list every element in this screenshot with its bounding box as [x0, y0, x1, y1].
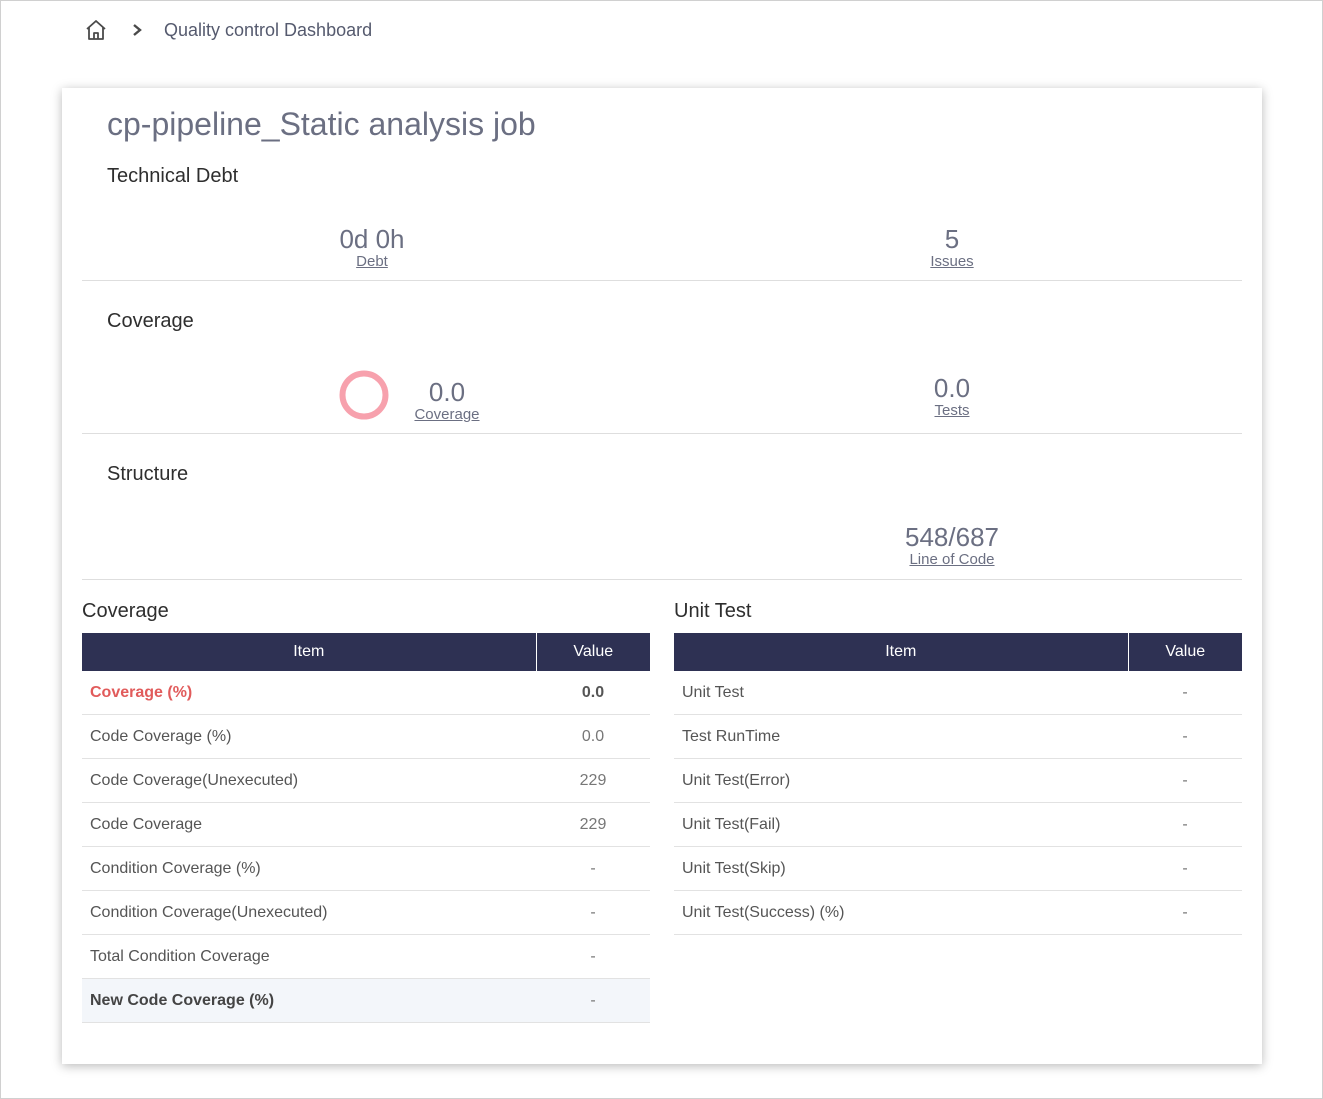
row-value: - [1128, 846, 1242, 891]
breadcrumb: Quality control Dashboard [84, 17, 372, 43]
technical-debt-title: Technical Debt [107, 165, 239, 187]
lines-metric: 548/687 Line of Code [852, 523, 1052, 569]
breadcrumb-current[interactable]: Quality control Dashboard [164, 20, 372, 41]
debt-value: 0d 0h [339, 224, 405, 254]
lines-value: 548/687 [905, 522, 999, 552]
row-item: Condition Coverage (%) [82, 846, 536, 891]
row-item: Total Condition Coverage [82, 934, 536, 979]
dashboard-card: cp-pipeline_Static analysis job Technica… [62, 88, 1262, 1064]
row-item: Condition Coverage(Unexecuted) [82, 890, 536, 935]
row-value: - [1128, 890, 1242, 935]
table-header-row: Item Value [674, 633, 1242, 671]
row-item: Coverage (%) [82, 671, 536, 715]
row-value: 229 [536, 802, 650, 847]
row-item: Unit Test(Success) (%) [674, 890, 1128, 935]
table-row: Unit Test(Skip) - [674, 846, 1242, 891]
divider [82, 579, 1242, 580]
row-value: - [1128, 758, 1242, 803]
table-row: Unit Test - [674, 671, 1242, 715]
issues-value: 5 [944, 224, 960, 254]
row-item: Unit Test(Error) [674, 758, 1128, 803]
coverage-table: Item Value Coverage (%) 0.0 Code Coverag… [82, 633, 650, 1023]
row-value: - [536, 978, 650, 1023]
debt-link[interactable]: Debt [356, 254, 388, 270]
table-row: Coverage (%) 0.0 [82, 671, 650, 715]
row-value: 229 [536, 758, 650, 803]
coverage-metric: 0.0 Coverage [347, 378, 547, 424]
chevron-right-icon [130, 23, 144, 37]
table-header-row: Item Value [82, 633, 650, 671]
row-value: - [1128, 671, 1242, 715]
table-row: Unit Test(Fail) - [674, 802, 1242, 847]
row-value: - [1128, 714, 1242, 759]
structure-title: Structure [107, 463, 189, 485]
table-row: Total Condition Coverage - [82, 934, 650, 979]
table-row: Unit Test(Error) - [674, 758, 1242, 803]
lines-link[interactable]: Line of Code [909, 552, 994, 568]
table-row: Code Coverage(Unexecuted) 229 [82, 758, 650, 803]
table-row: Condition Coverage(Unexecuted) - [82, 890, 650, 935]
row-value: - [536, 846, 650, 891]
table-row: Unit Test(Success) (%) - [674, 890, 1242, 935]
column-header-value: Value [1127, 633, 1242, 671]
home-icon[interactable] [84, 18, 108, 42]
table-row: Test RunTime - [674, 714, 1242, 759]
table-row: Condition Coverage (%) - [82, 846, 650, 891]
row-item: Unit Test(Fail) [674, 802, 1128, 847]
tests-value: 0.0 [933, 373, 971, 403]
row-value: - [1128, 802, 1242, 847]
tests-link[interactable]: Tests [934, 403, 969, 419]
row-item: Code Coverage (%) [82, 714, 536, 759]
row-value: - [536, 934, 650, 979]
coverage-section-title: Coverage [107, 310, 194, 332]
page-title: cp-pipeline_Static analysis job [107, 106, 536, 142]
debt-metric: 0d 0h Debt [272, 225, 472, 271]
coverage-link[interactable]: Coverage [414, 407, 479, 423]
row-value: - [536, 890, 650, 935]
row-item: Code Coverage [82, 802, 536, 847]
row-value: 0.0 [536, 671, 650, 715]
row-item: Unit Test(Skip) [674, 846, 1128, 891]
column-header-item: Item [674, 633, 1128, 671]
coverage-value: 0.0 [428, 377, 466, 407]
unit-test-table: Item Value Unit Test - Test RunTime - Un… [674, 633, 1242, 935]
column-header-value: Value [535, 633, 650, 671]
row-item: New Code Coverage (%) [82, 978, 536, 1023]
divider [82, 280, 1242, 281]
divider [82, 433, 1242, 434]
row-item: Code Coverage(Unexecuted) [82, 758, 536, 803]
table-row: New Code Coverage (%) - [82, 978, 650, 1023]
table-row: Code Coverage 229 [82, 802, 650, 847]
unit-test-table-title: Unit Test [674, 600, 752, 622]
table-row: Code Coverage (%) 0.0 [82, 714, 650, 759]
issues-metric: 5 Issues [852, 225, 1052, 271]
row-item: Unit Test [674, 671, 1128, 715]
issues-link[interactable]: Issues [930, 254, 973, 270]
coverage-table-title: Coverage [82, 600, 169, 622]
tests-metric: 0.0 Tests [852, 374, 1052, 420]
row-value: 0.0 [536, 714, 650, 759]
column-header-item: Item [82, 633, 536, 671]
row-item: Test RunTime [674, 714, 1128, 759]
